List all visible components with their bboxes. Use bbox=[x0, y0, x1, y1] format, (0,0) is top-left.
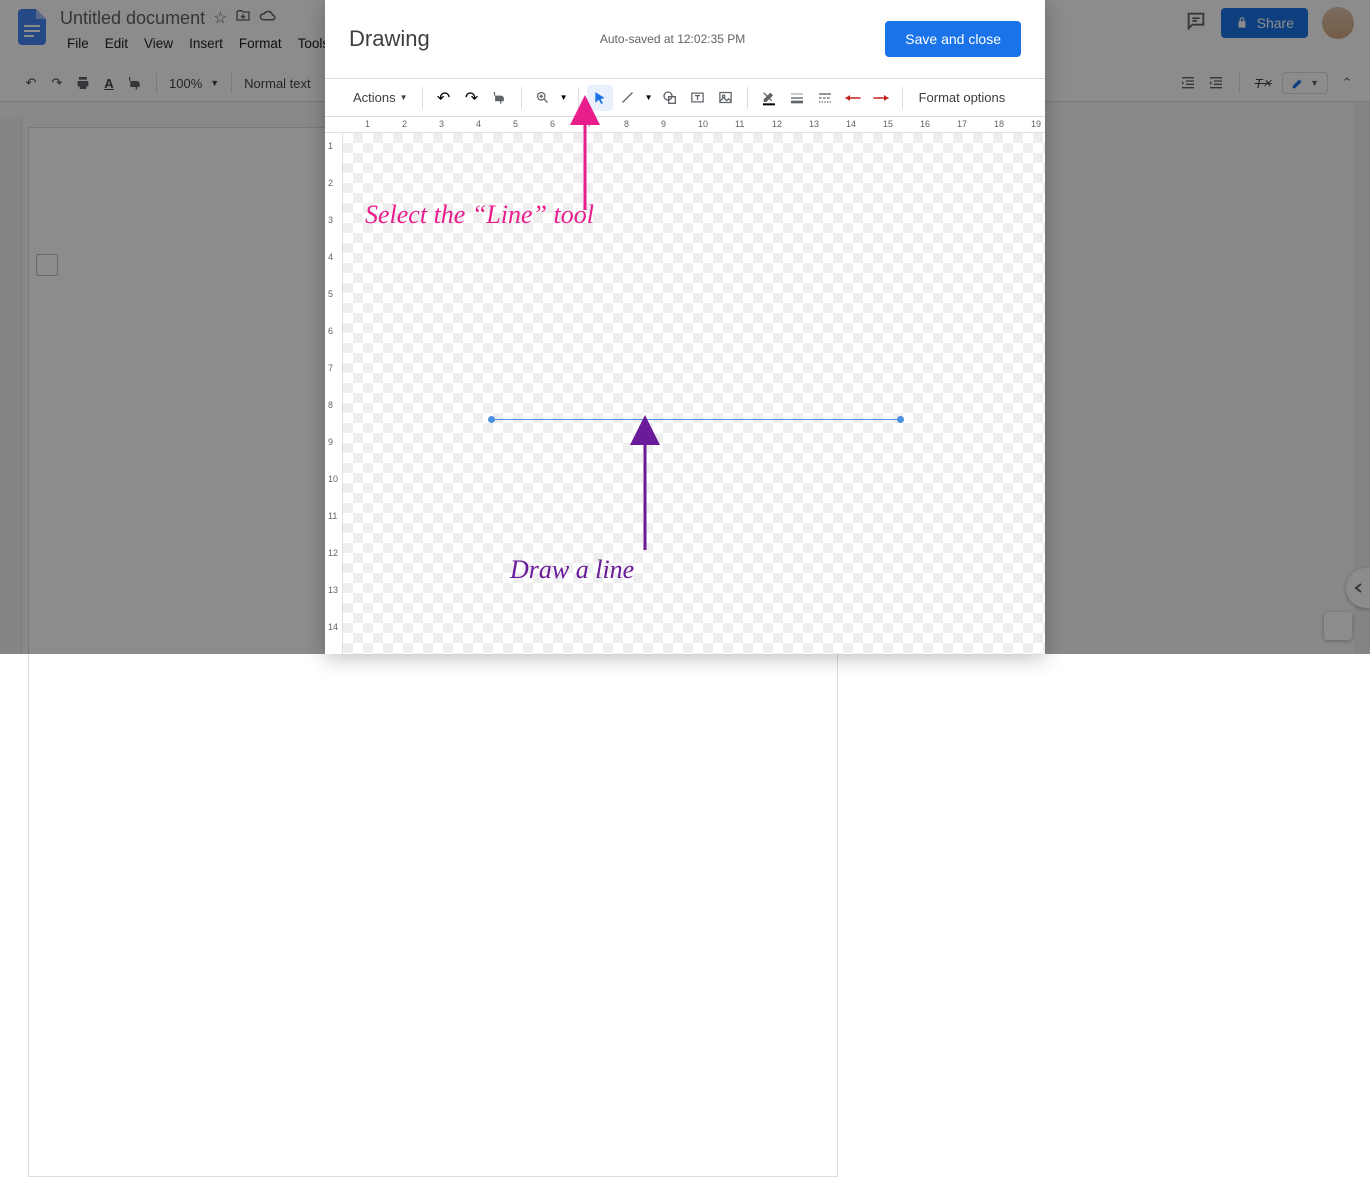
zoom-icon[interactable] bbox=[530, 85, 556, 111]
drawing-toolbar: Actions▼ ↶ ↷ ▼ ▼ Format options bbox=[325, 79, 1045, 117]
ruler-tick: 11 bbox=[735, 119, 744, 129]
shape-tool[interactable] bbox=[657, 85, 683, 111]
ruler-tick: 3 bbox=[328, 215, 333, 225]
ruler-tick: 13 bbox=[328, 585, 338, 595]
drawing-dialog: Drawing Auto-saved at 12:02:35 PM Save a… bbox=[325, 0, 1045, 654]
line-handle-right[interactable] bbox=[897, 416, 904, 423]
ruler-tick: 7 bbox=[587, 119, 592, 129]
line-start-icon[interactable] bbox=[840, 85, 866, 111]
ruler-tick: 12 bbox=[328, 548, 338, 558]
vertical-ruler-dialog: 1234567891011121314 bbox=[325, 133, 343, 654]
ruler-tick: 4 bbox=[328, 252, 333, 262]
ruler-tick: 9 bbox=[328, 437, 333, 447]
dialog-title: Drawing bbox=[349, 26, 430, 52]
line-tool[interactable] bbox=[615, 85, 641, 111]
ruler-tick: 5 bbox=[513, 119, 518, 129]
ruler-tick: 7 bbox=[328, 363, 333, 373]
drawn-line[interactable] bbox=[488, 415, 904, 425]
ruler-tick: 2 bbox=[402, 119, 407, 129]
line-dash-icon[interactable] bbox=[812, 85, 838, 111]
line-handle-left[interactable] bbox=[488, 416, 495, 423]
redo-icon[interactable]: ↷ bbox=[459, 85, 485, 111]
ruler-tick: 4 bbox=[476, 119, 481, 129]
ruler-tick: 11 bbox=[328, 511, 337, 521]
line-color-icon[interactable] bbox=[756, 85, 782, 111]
format-options-button[interactable]: Format options bbox=[911, 85, 1014, 111]
ruler-tick: 10 bbox=[328, 474, 338, 484]
textbox-tool[interactable] bbox=[685, 85, 711, 111]
ruler-tick: 1 bbox=[365, 119, 370, 129]
ruler-tick: 12 bbox=[772, 119, 782, 129]
ruler-tick: 9 bbox=[661, 119, 666, 129]
paint-format-icon[interactable] bbox=[487, 85, 513, 111]
ruler-tick: 6 bbox=[328, 326, 333, 336]
ruler-tick: 8 bbox=[624, 119, 629, 129]
horizontal-ruler: 12345678910111213141516171819 bbox=[325, 117, 1045, 133]
drawing-canvas[interactable] bbox=[343, 133, 1045, 654]
ruler-tick: 14 bbox=[328, 622, 338, 632]
line-weight-icon[interactable] bbox=[784, 85, 810, 111]
ruler-tick: 14 bbox=[846, 119, 856, 129]
save-close-button[interactable]: Save and close bbox=[885, 21, 1021, 57]
dialog-header: Drawing Auto-saved at 12:02:35 PM Save a… bbox=[325, 0, 1045, 79]
image-tool[interactable] bbox=[713, 85, 739, 111]
select-tool[interactable] bbox=[587, 85, 613, 111]
ruler-tick: 17 bbox=[957, 119, 967, 129]
line-end-icon[interactable] bbox=[868, 85, 894, 111]
ruler-tick: 19 bbox=[1031, 119, 1041, 129]
autosave-status: Auto-saved at 12:02:35 PM bbox=[600, 32, 745, 46]
ruler-tick: 8 bbox=[328, 400, 333, 410]
ruler-tick: 5 bbox=[328, 289, 333, 299]
line-dropdown-icon[interactable]: ▼ bbox=[643, 85, 655, 111]
zoom-dropdown-icon[interactable]: ▼ bbox=[558, 85, 570, 111]
actions-menu[interactable]: Actions▼ bbox=[347, 85, 414, 111]
ruler-tick: 16 bbox=[920, 119, 930, 129]
ruler-tick: 6 bbox=[550, 119, 555, 129]
ruler-tick: 3 bbox=[439, 119, 444, 129]
ruler-tick: 15 bbox=[883, 119, 893, 129]
ruler-tick: 13 bbox=[809, 119, 819, 129]
ruler-tick: 10 bbox=[698, 119, 708, 129]
ruler-tick: 1 bbox=[328, 141, 333, 151]
undo-icon[interactable]: ↶ bbox=[431, 85, 457, 111]
ruler-tick: 2 bbox=[328, 178, 333, 188]
ruler-tick: 18 bbox=[994, 119, 1004, 129]
